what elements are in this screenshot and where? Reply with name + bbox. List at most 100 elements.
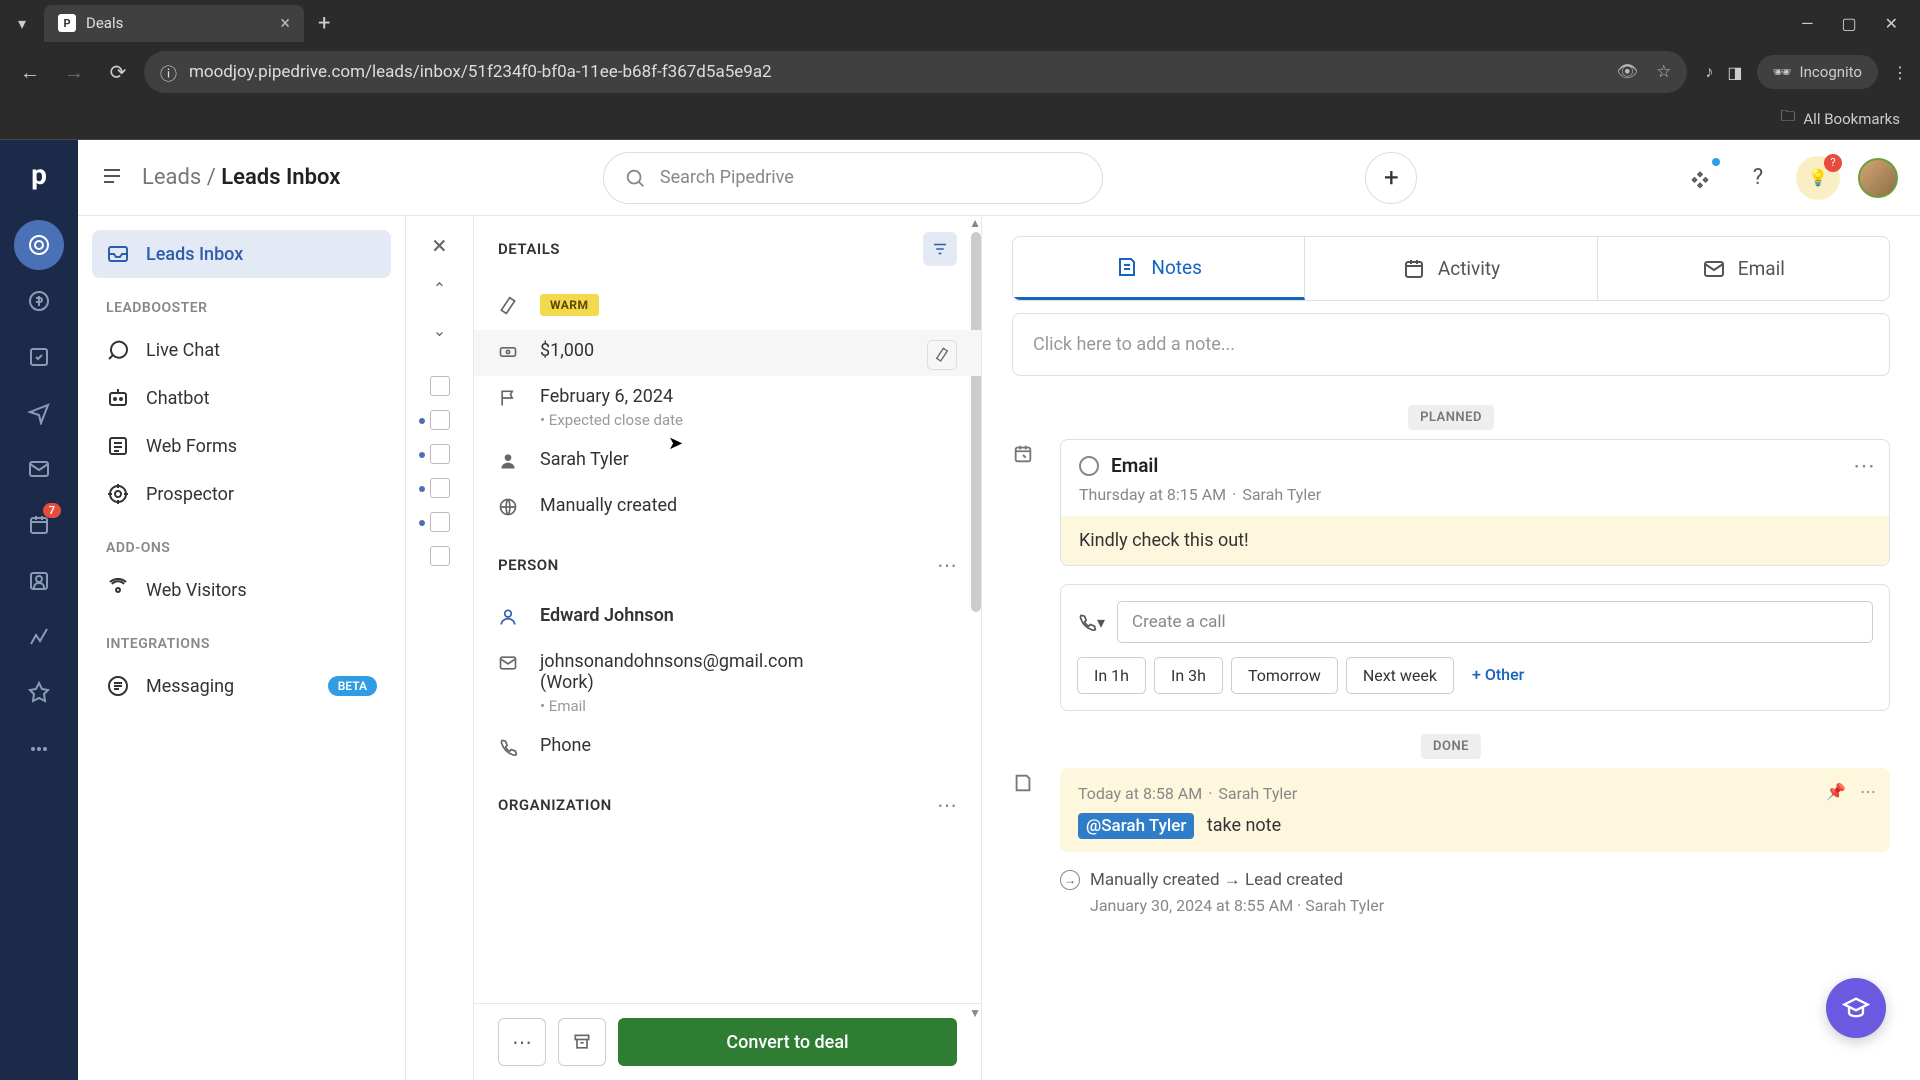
tab-close-icon[interactable]: × <box>280 13 290 34</box>
add-button[interactable]: + <box>1365 152 1417 204</box>
qs-chip-tomorrow[interactable]: Tomorrow <box>1231 657 1338 694</box>
detail-row-person-name[interactable]: Edward Johnson <box>498 595 957 641</box>
lead-checkbox[interactable] <box>430 376 450 396</box>
back-button[interactable]: ← <box>12 54 48 90</box>
lead-checkbox[interactable] <box>430 512 450 532</box>
detail-row-close-date[interactable]: February 6, 2024 Expected close date <box>498 376 957 439</box>
sidebar-item-messaging[interactable]: Messaging BETA <box>92 662 391 710</box>
side-panel-icon[interactable]: ◨ <box>1727 63 1742 82</box>
filter-button[interactable] <box>923 232 957 266</box>
pipedrive-logo-icon[interactable]: p <box>17 152 61 196</box>
nav-activities-icon[interactable]: 7 <box>14 500 64 550</box>
nav-campaigns-icon[interactable] <box>14 388 64 438</box>
card-more-button[interactable]: ⋯ <box>1853 454 1875 479</box>
nav-marketplace-icon[interactable] <box>14 668 64 718</box>
org-more-button[interactable]: ⋯ <box>937 793 957 817</box>
done-more-button[interactable]: ⋯ <box>1860 782 1876 801</box>
window-minimize-icon[interactable]: — <box>1801 14 1814 33</box>
browser-tab[interactable]: P Deals × <box>44 5 304 42</box>
note-input[interactable]: Click here to add a note... <box>1012 313 1890 376</box>
address-bar[interactable]: ⓘ moodjoy.pipedrive.com/leads/inbox/51f2… <box>144 51 1687 93</box>
pin-icon[interactable]: 📌 <box>1826 782 1846 801</box>
sidebar-item-chatbot[interactable]: Chatbot <box>92 374 391 422</box>
chat-icon <box>106 338 130 362</box>
sidebar-item-prospector[interactable]: Prospector <box>92 470 391 518</box>
site-info-icon[interactable]: ⓘ <box>160 60 177 85</box>
person-icon <box>498 605 522 631</box>
help-icon[interactable]: ? <box>1738 158 1778 198</box>
sidebar-item-leads-inbox[interactable]: Leads Inbox <box>92 230 391 278</box>
all-bookmarks-button[interactable]: All Bookmarks <box>1803 110 1900 128</box>
sidebar-section-leadbooster: LEADBOOSTER <box>92 278 391 326</box>
whats-new-icon[interactable]: 💡? <box>1796 156 1840 200</box>
detail-row-value[interactable]: $1,000 <box>474 330 981 376</box>
scrollbar[interactable] <box>971 232 981 612</box>
qs-other-button[interactable]: + Other <box>1462 657 1534 694</box>
prev-lead-button[interactable]: ⌃ <box>422 270 458 306</box>
planned-email-card[interactable]: Email Thursday at 8:15 AM·Sarah Tyler ⋯ … <box>1060 439 1890 566</box>
lead-checkbox[interactable] <box>430 546 450 566</box>
form-icon <box>106 434 130 458</box>
edit-value-button[interactable] <box>927 340 957 370</box>
create-call-input[interactable]: Create a call <box>1117 601 1873 643</box>
nav-mail-icon[interactable] <box>14 444 64 494</box>
user-avatar[interactable] <box>1858 158 1898 198</box>
archive-button[interactable] <box>558 1018 606 1066</box>
scroll-down-icon[interactable]: ▼ <box>969 1006 981 1020</box>
help-fab[interactable] <box>1826 978 1886 1038</box>
eye-off-icon[interactable]: 👁 <box>1617 62 1639 82</box>
window-maximize-icon[interactable]: ▢ <box>1841 14 1856 33</box>
lead-checkbox[interactable] <box>430 410 450 430</box>
window-close-icon[interactable]: ✕ <box>1885 14 1898 33</box>
bookmark-star-icon[interactable]: ☆ <box>1656 62 1671 82</box>
detail-row-person-phone[interactable]: Phone <box>498 725 957 771</box>
nav-insights-icon[interactable] <box>14 612 64 662</box>
tab-dropdown[interactable]: ▾ <box>8 9 36 37</box>
detail-panel: ▲ ▼ DETAILS WARM $1,000 <box>474 216 982 1080</box>
breadcrumb-parent[interactable]: Leads <box>142 165 201 190</box>
done-meta: Today at 8:58 AM·Sarah Tyler <box>1078 784 1872 803</box>
detail-row-owner[interactable]: Sarah Tyler <box>498 439 957 485</box>
tab-activity[interactable]: Activity <box>1305 237 1597 300</box>
tab-notes[interactable]: Notes <box>1013 237 1305 300</box>
detail-row-source[interactable]: Manually created <box>498 485 957 531</box>
calendar-icon <box>1402 257 1426 281</box>
nav-leads-icon[interactable] <box>14 220 64 270</box>
forward-button[interactable]: → <box>56 54 92 90</box>
sidebar-item-web-visitors[interactable]: Web Visitors <box>92 566 391 614</box>
tab-email[interactable]: Email <box>1598 237 1889 300</box>
more-actions-button[interactable]: ⋯ <box>498 1018 546 1066</box>
nav-projects-icon[interactable] <box>14 332 64 382</box>
next-lead-button[interactable]: ⌄ <box>422 312 458 348</box>
sidebar-toggle-icon[interactable] <box>100 164 124 192</box>
nav-contacts-icon[interactable] <box>14 556 64 606</box>
media-icon[interactable]: ♪ <box>1705 62 1713 82</box>
lead-checkbox[interactable] <box>430 478 450 498</box>
nav-more-icon[interactable] <box>14 724 64 774</box>
convert-to-deal-button[interactable]: Convert to deal <box>618 1018 957 1066</box>
call-icon[interactable]: ▾ <box>1077 612 1105 632</box>
detail-row-person-email[interactable]: johnsonandohnsons@gmail.com (Work) Email <box>498 641 957 725</box>
mention-chip[interactable]: @Sarah Tyler <box>1078 813 1194 839</box>
reload-button[interactable]: ⟳ <box>100 54 136 90</box>
sidebar-item-web-forms[interactable]: Web Forms <box>92 422 391 470</box>
sidebar-item-live-chat[interactable]: Live Chat <box>92 326 391 374</box>
incognito-badge[interactable]: 🕶 Incognito <box>1757 55 1879 89</box>
person-more-button[interactable]: ⋯ <box>937 553 957 577</box>
detail-row-temperature[interactable]: WARM <box>498 284 957 330</box>
done-note-card[interactable]: Today at 8:58 AM·Sarah Tyler 📌 ⋯ @Sarah … <box>1060 768 1890 852</box>
new-tab-button[interactable]: + <box>304 11 344 36</box>
search-input[interactable]: Search Pipedrive <box>603 152 1103 204</box>
done-toggle[interactable] <box>1079 456 1099 476</box>
lead-checkbox[interactable] <box>430 444 450 464</box>
person-email[interactable]: johnsonandohnsons@gmail.com <box>540 651 804 672</box>
qs-chip-1h[interactable]: In 1h <box>1077 657 1146 694</box>
nav-deals-icon[interactable] <box>14 276 64 326</box>
close-panel-button[interactable]: × <box>422 228 458 264</box>
qs-chip-next-week[interactable]: Next week <box>1346 657 1454 694</box>
apps-icon[interactable] <box>1680 158 1720 198</box>
scroll-up-icon[interactable]: ▲ <box>969 216 981 230</box>
qs-chip-3h[interactable]: In 3h <box>1154 657 1223 694</box>
breadcrumb: Leads / Leads Inbox <box>142 165 340 190</box>
browser-menu-icon[interactable]: ⋮ <box>1892 63 1908 82</box>
